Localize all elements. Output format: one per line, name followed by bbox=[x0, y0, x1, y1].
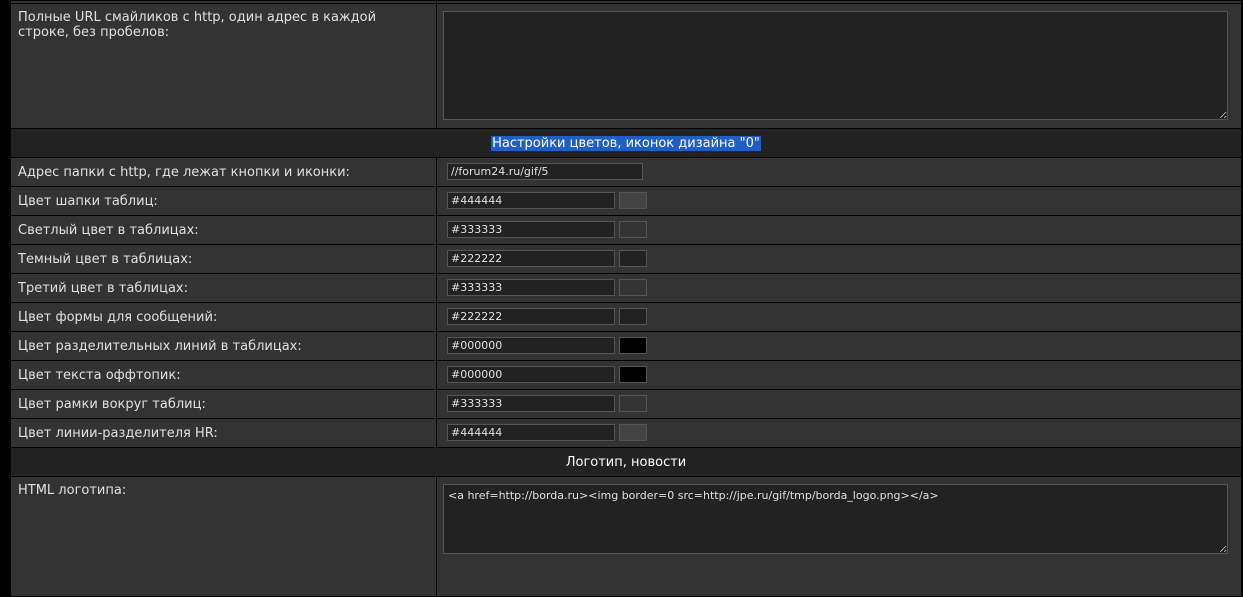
color-setting-row: Темный цвет в таблицах: bbox=[10, 244, 1242, 274]
smiley-urls-textarea[interactable] bbox=[443, 11, 1228, 120]
color-swatch[interactable] bbox=[619, 279, 647, 296]
color-value-input[interactable] bbox=[447, 395, 615, 412]
color-value-input[interactable] bbox=[447, 192, 615, 209]
color-setting-label: Цвет шапки таблиц: bbox=[18, 194, 158, 209]
color-swatch[interactable] bbox=[619, 250, 647, 267]
color-setting-label: Цвет текста оффтопик: bbox=[18, 368, 181, 383]
folder-url-label: Адрес папки с http, где лежат кнопки и и… bbox=[18, 165, 350, 180]
colors-section-header: Настройки цветов, иконок дизайна "0" bbox=[10, 128, 1242, 158]
color-value-input[interactable] bbox=[447, 337, 615, 354]
color-swatch[interactable] bbox=[619, 366, 647, 383]
color-setting-row: Цвет формы для сообщений: bbox=[10, 302, 1242, 332]
color-setting-label: Третий цвет в таблицах: bbox=[18, 281, 189, 296]
color-swatch[interactable] bbox=[619, 308, 647, 325]
folder-url-input[interactable] bbox=[447, 163, 643, 180]
settings-frame: Полные URL смайликов с http, один адрес … bbox=[10, 0, 1242, 597]
color-setting-row: Третий цвет в таблицах: bbox=[10, 273, 1242, 303]
color-value-input[interactable] bbox=[447, 221, 615, 238]
folder-url-row: Адрес папки с http, где лежат кнопки и и… bbox=[10, 157, 1242, 187]
color-setting-row: Цвет разделительных линий в таблицах: bbox=[10, 331, 1242, 361]
color-setting-row: Светлый цвет в таблицах: bbox=[10, 215, 1242, 245]
logo-section-header: Логотип, новости bbox=[10, 447, 1242, 477]
html-logo-textarea[interactable] bbox=[443, 484, 1228, 554]
color-swatch[interactable] bbox=[619, 337, 647, 354]
color-swatch[interactable] bbox=[619, 221, 647, 238]
smiley-urls-row: Полные URL смайликов с http, один адрес … bbox=[10, 3, 1242, 129]
color-setting-label: Цвет разделительных линий в таблицах: bbox=[18, 339, 302, 354]
color-setting-row: Цвет линии-разделителя HR: bbox=[10, 418, 1242, 448]
html-logo-row: HTML логотипа: bbox=[10, 476, 1242, 597]
colors-section-title: Настройки цветов, иконок дизайна "0" bbox=[491, 135, 761, 151]
color-rows: Цвет шапки таблиц: Светлый цвет в таблица… bbox=[10, 186, 1242, 448]
color-setting-row: Цвет рамки вокруг таблиц: bbox=[10, 389, 1242, 419]
color-value-input[interactable] bbox=[447, 366, 615, 383]
color-swatch[interactable] bbox=[619, 395, 647, 412]
color-value-input[interactable] bbox=[447, 424, 615, 441]
color-setting-label: Цвет формы для сообщений: bbox=[18, 310, 218, 325]
smiley-urls-label: Полные URL смайликов с http, один адрес … bbox=[18, 10, 377, 40]
color-value-input[interactable] bbox=[447, 279, 615, 296]
color-setting-row: Цвет текста оффтопик: bbox=[10, 360, 1242, 390]
color-setting-label: Темный цвет в таблицах: bbox=[18, 252, 193, 267]
html-logo-label: HTML логотипа: bbox=[18, 483, 127, 498]
settings-table: Полные URL смайликов с http, один адрес … bbox=[10, 0, 1242, 597]
color-value-input[interactable] bbox=[447, 308, 615, 325]
color-setting-label: Цвет линии-разделителя HR: bbox=[18, 426, 218, 441]
color-setting-row: Цвет шапки таблиц: bbox=[10, 186, 1242, 216]
color-setting-label: Цвет рамки вокруг таблиц: bbox=[18, 397, 206, 412]
logo-section-title: Логотип, новости bbox=[565, 454, 687, 470]
color-value-input[interactable] bbox=[447, 250, 615, 267]
color-swatch[interactable] bbox=[619, 424, 647, 441]
color-swatch[interactable] bbox=[619, 192, 647, 209]
color-setting-label: Светлый цвет в таблицах: bbox=[18, 223, 199, 238]
